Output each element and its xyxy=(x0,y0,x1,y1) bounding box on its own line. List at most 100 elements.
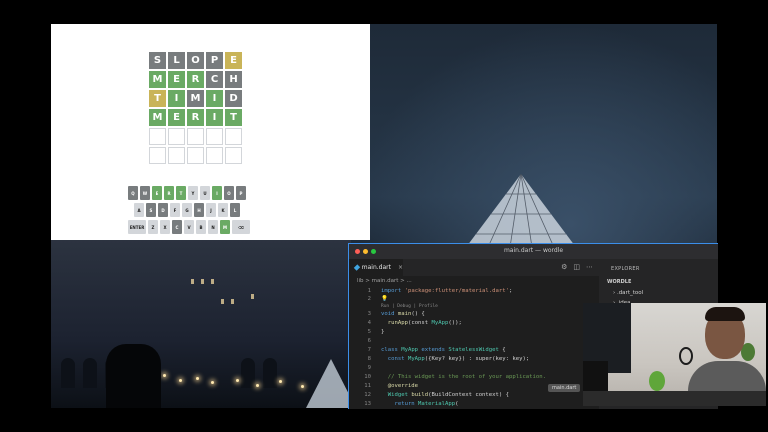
more-actions-icon[interactable]: ⋯ xyxy=(586,263,593,271)
key-x[interactable]: X xyxy=(160,220,170,234)
board-row: SLOPE xyxy=(149,52,242,69)
code-token: const xyxy=(381,356,405,362)
letter-tile: T xyxy=(225,109,242,126)
key-l[interactable]: L xyxy=(230,203,240,217)
key-g[interactable]: G xyxy=(182,203,192,217)
explorer-title: EXPLORER xyxy=(611,266,640,272)
code-token: void xyxy=(381,311,395,317)
code-token: 'package:flutter/material.dart' xyxy=(404,288,509,294)
key-k[interactable]: K xyxy=(218,203,228,217)
wordle-window: SLOPEMERCHTIMIDMERIT QWERTYUIOPASDFGHJKL… xyxy=(51,24,370,240)
code-token: return xyxy=(381,401,415,407)
key-t[interactable]: T xyxy=(176,186,186,200)
line-number: 2 xyxy=(367,296,371,302)
code-token: MaterialApp xyxy=(414,401,456,407)
code-token: @override xyxy=(381,383,419,389)
code-token: import xyxy=(381,288,402,294)
code-token: } xyxy=(381,329,385,335)
key-s[interactable]: S xyxy=(146,203,156,217)
key-z[interactable]: Z xyxy=(148,220,158,234)
enter-key[interactable]: ENTER xyxy=(128,220,146,234)
key-o[interactable]: O xyxy=(224,186,234,200)
keyboard-row: ASDFGHJKL xyxy=(134,203,250,217)
lightbulb-icon[interactable]: 💡 xyxy=(381,296,388,302)
letter-tile: I xyxy=(206,90,223,107)
key-m[interactable]: M xyxy=(220,220,230,234)
key-c[interactable]: C xyxy=(172,220,182,234)
key-a[interactable]: A xyxy=(134,203,144,217)
key-p[interactable]: P xyxy=(236,186,246,200)
code-comment: // This widget is the root of your appli… xyxy=(381,374,547,380)
code-token: Widget xyxy=(381,392,408,398)
letter-tile: H xyxy=(225,71,242,88)
title-bar: main.dart — wordle xyxy=(349,244,718,259)
key-e[interactable]: E xyxy=(152,186,162,200)
letter-tile: P xyxy=(206,52,223,69)
explorer-folder-dart-tool[interactable]: › .dart_tool xyxy=(613,290,643,296)
letter-tile: M xyxy=(149,109,166,126)
key-f[interactable]: F xyxy=(170,203,180,217)
backspace-key[interactable]: ⌫ xyxy=(232,220,250,234)
keyboard-row: ENTER Z X C V B N M ⌫ xyxy=(128,220,250,234)
tab-main-dart[interactable]: main.dart × xyxy=(349,259,403,276)
key-d[interactable]: D xyxy=(158,203,168,217)
window-title: main.dart — wordle xyxy=(503,247,564,254)
letter-tile: I xyxy=(168,90,185,107)
wordle-keyboard: Q W E R T Y U I O P A S D F G H J K L ENTER Z X C V B N M ⌫ xyxy=(128,186,250,237)
headphones xyxy=(679,347,693,365)
key-n[interactable]: N xyxy=(208,220,218,234)
key-y[interactable]: Y xyxy=(188,186,198,200)
letter-tile: I xyxy=(206,109,223,126)
letter-tile: E xyxy=(168,71,185,88)
key-v[interactable]: V xyxy=(184,220,194,234)
breadcrumb[interactable]: lib > main.dart > ... xyxy=(357,278,412,284)
letter-tile: O xyxy=(187,52,204,69)
explorer-folder-wordle[interactable]: WORDLE xyxy=(607,279,631,285)
key-i[interactable]: I xyxy=(212,186,222,200)
person-silhouette xyxy=(106,344,161,408)
code-token: main xyxy=(394,311,412,317)
line-number: 3 xyxy=(367,311,371,317)
editor-actions: ⚙ ◫ ⋯ xyxy=(561,263,593,271)
letter-tile xyxy=(225,128,242,145)
letter-tile: M xyxy=(149,71,166,88)
line-number: 9 xyxy=(367,365,371,371)
code-token: StatelessWidget xyxy=(445,347,499,353)
code-token: MyApp xyxy=(404,356,425,362)
letter-tile xyxy=(206,128,223,145)
letter-tile: E xyxy=(225,52,242,69)
key-h[interactable]: H xyxy=(194,203,204,217)
code-token: { xyxy=(498,347,506,353)
board-row xyxy=(149,128,242,145)
webcam-overlay xyxy=(583,303,766,406)
letter-tile: M xyxy=(187,90,204,107)
hover-tooltip: main.dart xyxy=(548,384,581,392)
key-r[interactable]: R xyxy=(164,186,174,200)
letter-tile xyxy=(206,147,223,164)
key-u[interactable]: U xyxy=(200,186,210,200)
code-token: class xyxy=(381,347,398,353)
tab-label: main.dart xyxy=(361,264,391,271)
keyboard-row: QWERTYUIOP xyxy=(128,186,250,200)
code-token: extends xyxy=(418,347,446,353)
split-editor-icon[interactable]: ◫ xyxy=(573,263,580,271)
close-tab-icon[interactable]: × xyxy=(398,264,403,271)
line-number: 4 xyxy=(367,320,371,326)
letter-tile xyxy=(225,147,242,164)
dart-file-icon xyxy=(353,264,360,271)
board-row: MERIT xyxy=(149,109,242,126)
letter-tile xyxy=(149,128,166,145)
code-token: (const xyxy=(407,320,432,326)
key-q[interactable]: Q xyxy=(128,186,138,200)
letter-tile: E xyxy=(168,109,185,126)
key-j[interactable]: J xyxy=(206,203,216,217)
code-token: runApp xyxy=(381,320,408,326)
key-b[interactable]: B xyxy=(196,220,206,234)
letter-tile: R xyxy=(187,109,204,126)
line-number: 13 xyxy=(364,401,371,407)
line-number: 12 xyxy=(364,392,371,398)
key-w[interactable]: W xyxy=(140,186,150,200)
run-debug-icon[interactable]: ⚙ xyxy=(561,263,567,271)
code-token: MyApp xyxy=(431,320,449,326)
code-token: ()); xyxy=(448,320,462,326)
